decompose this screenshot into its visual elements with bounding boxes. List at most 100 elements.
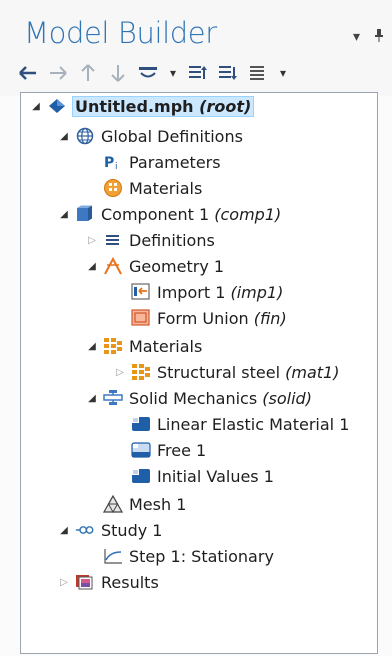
domain-node-icon [131, 414, 151, 434]
show-dropdown-icon[interactable]: ▾ [168, 63, 178, 83]
node-label: Results [101, 572, 159, 592]
expand-toggle-icon[interactable]: ▷ [113, 359, 127, 385]
node-label: Geometry 1 [129, 256, 225, 276]
node-label: Study 1 [101, 520, 163, 540]
import-icon [131, 282, 151, 302]
dropdown-triangle-icon[interactable]: ▾ [353, 29, 360, 45]
node-label: Free 1 [157, 440, 207, 460]
tree-node-definitions[interactable]: ▷ Definitions [85, 227, 215, 253]
list-menu-icon[interactable] [248, 63, 268, 83]
stationary-step-icon [103, 546, 123, 566]
node-tag: (fin) [253, 308, 287, 328]
tree-node-study[interactable]: ◢ Study 1 [57, 517, 162, 543]
tree-node-free[interactable]: Free 1 [113, 437, 206, 463]
show-icon[interactable] [138, 63, 158, 83]
arrow-right-icon[interactable] [48, 63, 68, 83]
node-tag: (solid) [262, 388, 312, 408]
toolbar: ▾ ▾ [18, 60, 288, 86]
toggle-spacer [85, 175, 99, 201]
tree-node-global-materials[interactable]: Materials [85, 175, 202, 201]
tree-node-step-stationary[interactable]: Step 1: Stationary [85, 543, 274, 569]
boundary-node-icon [131, 440, 151, 460]
tree-node-label-selected: Untitled.mph (root) [71, 95, 255, 117]
node-label: Mesh 1 [129, 494, 187, 514]
title-tools: ▾ [353, 28, 384, 46]
globe-icon [75, 126, 95, 146]
model-builder-panel: Model Builder ▾ ▾ ▾ ◢ Untitled.mph (root… [0, 0, 392, 656]
toggle-spacer [113, 279, 127, 305]
collapse-toggle-icon[interactable]: ◢ [57, 517, 71, 543]
expand-toggle-icon[interactable]: ▷ [85, 227, 99, 253]
panel-title: Model Builder [24, 16, 217, 50]
tree-node-materials[interactable]: ◢ Materials [85, 333, 202, 359]
toggle-spacer [85, 149, 99, 175]
collapse-toggle-icon[interactable]: ◢ [85, 385, 99, 411]
tree-node-results[interactable]: ▷ Results [57, 569, 159, 595]
collapse-toggle-icon[interactable]: ◢ [85, 253, 99, 279]
expand-toggle-icon[interactable]: ▷ [57, 569, 71, 595]
node-label: Structural steel [157, 362, 281, 382]
tree-node-parameters[interactable]: Pi Parameters [85, 149, 221, 175]
node-label: Form Union [157, 308, 249, 328]
node-label: Parameters [129, 152, 221, 172]
parameters-icon: Pi [103, 152, 123, 172]
collapse-toggle-icon[interactable]: ◢ [57, 123, 71, 149]
materials-icon [103, 336, 123, 356]
tree-node-component[interactable]: ◢ Component 1 (comp1) [57, 201, 281, 227]
tree-node-mesh[interactable]: Mesh 1 [85, 491, 186, 517]
node-label: Linear Elastic Material 1 [157, 414, 350, 434]
definitions-icon [103, 230, 123, 250]
tree-node-form-union[interactable]: Form Union (fin) [113, 305, 287, 331]
node-tag: (imp1) [230, 282, 284, 302]
geometry-icon [103, 256, 123, 276]
component-icon [75, 204, 95, 224]
toggle-spacer [113, 305, 127, 331]
node-tag: (root) [199, 96, 252, 116]
toggle-spacer [85, 491, 99, 517]
results-icon [75, 572, 95, 592]
arrow-up-icon[interactable] [78, 63, 98, 83]
tree-node-geometry[interactable]: ◢ Geometry 1 [85, 253, 224, 279]
node-label: Global Definitions [101, 126, 243, 146]
study-icon [75, 520, 95, 540]
toggle-spacer [85, 543, 99, 569]
node-label: Untitled.mph [75, 96, 194, 116]
model-tree: ◢ Untitled.mph (root) ◢ Global Definitio… [20, 92, 378, 654]
expand-all-icon[interactable] [218, 63, 238, 83]
node-label: Import 1 [157, 282, 226, 302]
collapse-toggle-icon[interactable]: ◢ [29, 93, 43, 119]
pin-icon[interactable] [374, 28, 384, 46]
node-label: Materials [129, 336, 203, 356]
tree-node-solid-mechanics[interactable]: ◢ Solid Mechanics (solid) [85, 385, 312, 411]
panel-header: Model Builder ▾ ▾ ▾ [0, 0, 392, 96]
node-label: Initial Values 1 [157, 466, 274, 486]
domain-node-icon [131, 466, 151, 486]
svg-text:i: i [115, 162, 118, 171]
toggle-spacer [113, 463, 127, 489]
form-union-icon [131, 308, 151, 328]
global-materials-icon [103, 178, 123, 198]
list-dropdown-icon[interactable]: ▾ [278, 63, 288, 83]
mesh-icon [103, 494, 123, 514]
tree-node-linear-elastic[interactable]: Linear Elastic Material 1 [113, 411, 349, 437]
node-label: Solid Mechanics [129, 388, 258, 408]
tree-node-initial-values[interactable]: Initial Values 1 [113, 463, 274, 489]
tree-node-root[interactable]: ◢ Untitled.mph (root) [29, 93, 255, 119]
node-label: Component 1 [101, 204, 210, 224]
tree-node-global-definitions[interactable]: ◢ Global Definitions [57, 123, 243, 149]
toggle-spacer [113, 437, 127, 463]
collapse-toggle-icon[interactable]: ◢ [85, 333, 99, 359]
arrow-left-icon[interactable] [18, 63, 38, 83]
collapse-toggle-icon[interactable]: ◢ [57, 201, 71, 227]
toggle-spacer [113, 411, 127, 437]
solid-mechanics-icon [103, 388, 123, 408]
node-label: Definitions [129, 230, 215, 250]
tree-node-import[interactable]: Import 1 (imp1) [113, 279, 283, 305]
tree-node-structural-steel[interactable]: ▷ Structural steel (mat1) [113, 359, 339, 385]
svg-text:P: P [104, 155, 114, 171]
node-label: Materials [129, 178, 203, 198]
arrow-down-icon[interactable] [108, 63, 128, 83]
collapse-all-icon[interactable] [188, 63, 208, 83]
node-label: Step 1: Stationary [129, 546, 274, 566]
node-tag: (comp1) [214, 204, 282, 224]
